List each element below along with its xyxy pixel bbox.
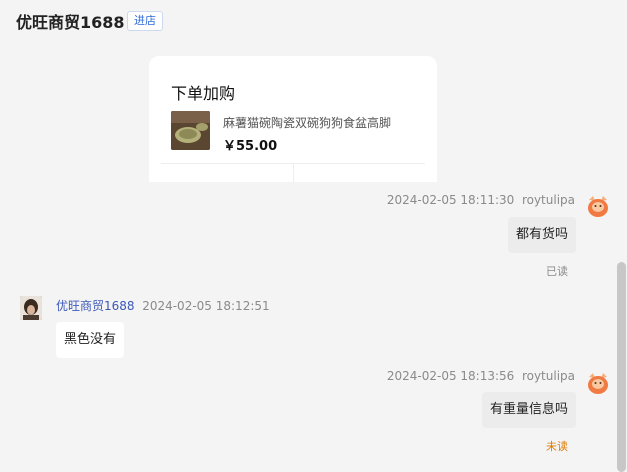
message-time: 2024-02-05 18:12:51 [142,299,270,313]
product-photo[interactable] [171,111,210,150]
shop-title: 优旺商贸1688 [16,13,125,32]
chat-header: 优旺商贸1688 进店 [0,0,627,42]
unread-status: 未读 [546,440,568,453]
message-sender: roytulipa [521,369,575,383]
user-avatar-icon[interactable] [586,194,610,218]
message-meta: 2024-02-05 18:13:56 roytulipa [387,369,575,383]
enter-shop-button[interactable]: 进店 [127,11,163,31]
card-button-divider [293,164,294,182]
message-bubble[interactable]: 有重量信息吗 [481,392,576,428]
read-status: 已读 [546,265,568,278]
order-card-title: 下单加购 [171,84,236,103]
message-time: 2024-02-05 18:11:30 [386,193,515,207]
message-bubble[interactable]: 都有货吗 [507,217,576,253]
message-sender: roytulipa [521,193,575,207]
product-price: ￥55.00 [223,139,278,154]
scrollbar-thumb[interactable] [617,262,626,472]
message-time: 2024-02-05 18:13:56 [386,369,515,383]
product-name[interactable]: 麻薯猫碗陶瓷双碗狗狗食盆高脚 [223,114,391,131]
user-avatar-icon[interactable] [586,371,610,395]
message-meta: 优旺商贸1688 2024-02-05 18:12:51 [56,297,270,314]
message-bubble[interactable]: 黑色没有 [56,322,125,358]
message-meta: 2024-02-05 18:11:30 roytulipa [387,193,575,207]
order-card[interactable]: 下单加购 麻薯猫碗陶瓷双碗狗狗食盆高脚 ￥55.00 [149,56,437,182]
shop-avatar[interactable] [20,296,42,320]
message-sender[interactable]: 优旺商贸1688 [56,299,135,313]
